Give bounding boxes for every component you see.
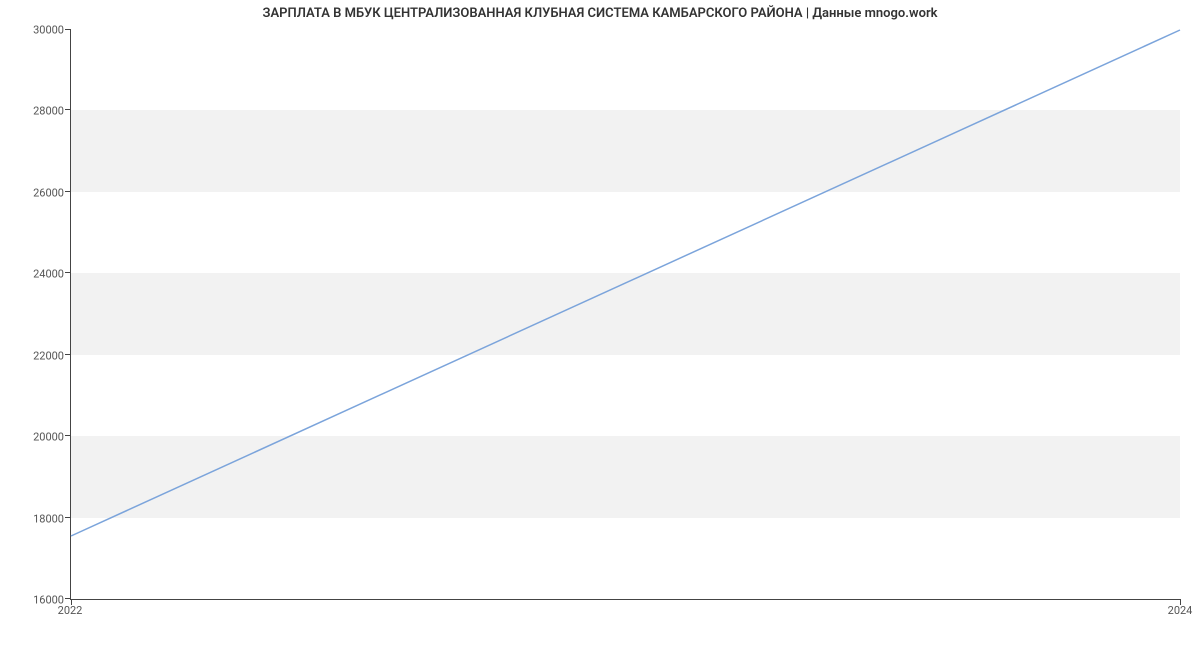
chart-container: ЗАРПЛАТА В МБУК ЦЕНТРАЛИЗОВАННАЯ КЛУБНАЯ… xyxy=(0,0,1200,650)
y-tick-label: 16000 xyxy=(4,594,64,607)
y-tick-label: 22000 xyxy=(4,349,64,362)
chart-line-layer xyxy=(71,30,1180,599)
x-tick-label: 2022 xyxy=(58,604,83,617)
x-tick-label: 2024 xyxy=(1168,604,1193,617)
y-tick-label: 20000 xyxy=(4,431,64,444)
y-tick-label: 30000 xyxy=(4,24,64,37)
y-tick-label: 26000 xyxy=(4,186,64,199)
chart-title: ЗАРПЛАТА В МБУК ЦЕНТРАЛИЗОВАННАЯ КЛУБНАЯ… xyxy=(0,6,1200,21)
y-tick-label: 28000 xyxy=(4,105,64,118)
x-tick xyxy=(1180,599,1181,605)
y-tick-label: 18000 xyxy=(4,512,64,525)
plot-area xyxy=(70,30,1180,600)
data-series-line xyxy=(71,30,1180,536)
y-tick-label: 24000 xyxy=(4,268,64,281)
x-tick xyxy=(71,599,72,605)
